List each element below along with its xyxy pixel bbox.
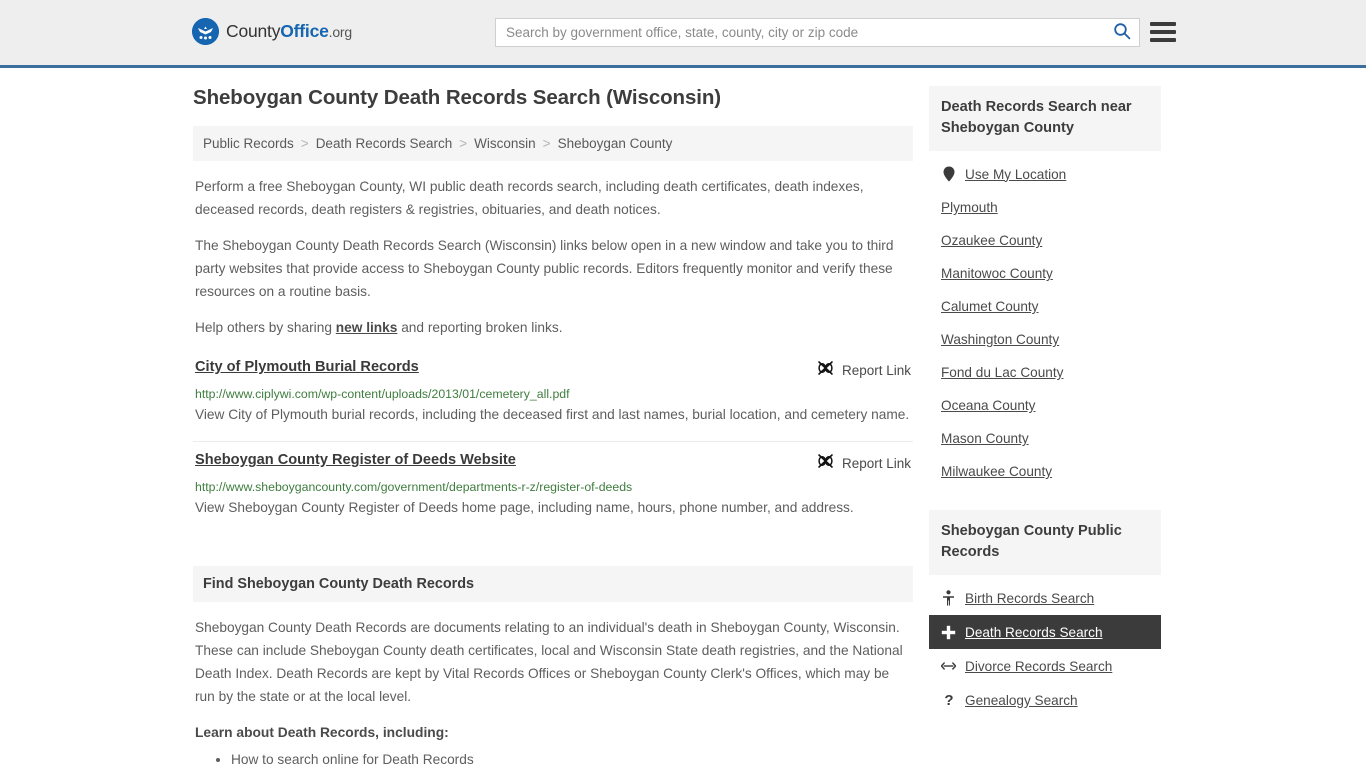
sidebar-panel-public-records: Sheboygan County Public Records Birth Re… bbox=[929, 510, 1161, 717]
split-arrows-icon bbox=[941, 658, 956, 674]
sidebar-item-manitowoc-county[interactable]: Manitowoc County bbox=[929, 257, 1161, 290]
learn-about-list: How to search online for Death Records bbox=[193, 748, 913, 768]
logo-text-org: .org bbox=[328, 24, 353, 40]
sidebar-item-label: Use My Location bbox=[965, 166, 1067, 182]
sidebar-item-label: Washington County bbox=[941, 332, 1060, 347]
sidebar-item-label: Fond du Lac County bbox=[941, 365, 1064, 380]
sidebar-item-fond-du-lac-county[interactable]: Fond du Lac County bbox=[929, 356, 1161, 389]
help-line-before: Help others by sharing bbox=[195, 320, 336, 335]
sidebar-item-use-my-location[interactable]: Use My Location bbox=[929, 157, 1161, 191]
logo-wordmark: CountyOffice.org bbox=[226, 21, 352, 42]
sidebar-heading-nearby: Death Records Search near Sheboygan Coun… bbox=[929, 86, 1161, 151]
report-link-button[interactable]: Report Link bbox=[817, 452, 911, 474]
link-list: City of Plymouth Burial Records Report L… bbox=[193, 353, 913, 534]
sidebar-item-label: Calumet County bbox=[941, 299, 1039, 314]
sidebar-heading-public-records: Sheboygan County Public Records bbox=[929, 510, 1161, 575]
search-input[interactable] bbox=[496, 19, 1105, 46]
sidebar-item-death-records-search[interactable]: Death Records Search bbox=[929, 615, 1161, 649]
link-description: View Sheboygan County Register of Deeds … bbox=[195, 500, 854, 515]
link-description: View City of Plymouth burial records, in… bbox=[195, 407, 910, 422]
broken-link-icon bbox=[817, 360, 834, 381]
sidebar-panel-nearby: Death Records Search near Sheboygan Coun… bbox=[929, 86, 1161, 488]
site-logo[interactable]: CountyOffice.org bbox=[192, 18, 352, 45]
link-entry: Sheboygan County Register of Deeds Websi… bbox=[193, 446, 913, 534]
search-icon bbox=[1113, 22, 1131, 43]
sidebar-item-label: Milwaukee County bbox=[941, 464, 1053, 479]
sidebar-item-milwaukee-county[interactable]: Milwaukee County bbox=[929, 455, 1161, 488]
breadcrumb-item-sheboygan-county[interactable]: Sheboygan County bbox=[558, 136, 673, 151]
find-records-heading: Find Sheboygan County Death Records bbox=[193, 566, 913, 602]
logo-text-county: County bbox=[226, 21, 281, 41]
map-pin-icon bbox=[941, 166, 956, 182]
hamburger-menu-icon[interactable] bbox=[1150, 20, 1176, 44]
sidebar-item-label: Genealogy Search bbox=[965, 692, 1078, 708]
page-title: Sheboygan County Death Records Search (W… bbox=[193, 86, 722, 109]
page-body: Sheboygan County Death Records Search (W… bbox=[0, 68, 1366, 768]
learn-about-lead: Learn about Death Records, including: bbox=[195, 725, 449, 740]
sidebar-item-label: Birth Records Search bbox=[965, 590, 1095, 606]
help-line: Help others by sharing new links and rep… bbox=[193, 316, 913, 339]
logo-text-office: Office bbox=[280, 21, 329, 41]
site-header: CountyOffice.org bbox=[0, 0, 1366, 68]
sidebar-item-label: Death Records Search bbox=[965, 624, 1103, 640]
help-line-after: and reporting broken links. bbox=[397, 320, 563, 335]
sidebar-item-label: Divorce Records Search bbox=[965, 658, 1113, 674]
report-link-button[interactable]: Report Link bbox=[817, 359, 911, 381]
sidebar-nearby-list: Use My Location Plymouth Ozaukee County … bbox=[929, 151, 1161, 488]
sidebar: Death Records Search near Sheboygan Coun… bbox=[929, 86, 1161, 768]
find-records-paragraph: Sheboygan County Death Records are docum… bbox=[195, 620, 903, 704]
sidebar-item-label: Mason County bbox=[941, 431, 1029, 446]
sidebar-item-washington-county[interactable]: Washington County bbox=[929, 323, 1161, 356]
link-url[interactable]: http://www.ciplywi.com/wp-content/upload… bbox=[195, 387, 911, 401]
breadcrumb: Public Records > Death Records Search > … bbox=[193, 126, 913, 161]
sidebar-item-divorce-records-search[interactable]: Divorce Records Search bbox=[929, 649, 1161, 683]
sidebar-item-label: Oceana County bbox=[941, 398, 1036, 413]
breadcrumb-item-public-records[interactable]: Public Records bbox=[203, 136, 294, 151]
breadcrumb-separator: > bbox=[459, 136, 468, 151]
breadcrumb-separator: > bbox=[300, 136, 309, 151]
broken-link-icon bbox=[817, 453, 834, 474]
eagle-seal-icon bbox=[192, 18, 219, 45]
sidebar-public-records-list: Birth Records Search Death Records Searc… bbox=[929, 575, 1161, 717]
content-row: Sheboygan County Death Records Search (W… bbox=[193, 86, 1173, 768]
link-title-city-of-plymouth-burial-records[interactable]: City of Plymouth Burial Records bbox=[195, 359, 419, 375]
search-bar bbox=[495, 18, 1140, 47]
sidebar-item-ozaukee-county[interactable]: Ozaukee County bbox=[929, 224, 1161, 257]
list-item[interactable]: How to search online for Death Records bbox=[231, 748, 913, 768]
svg-text:?: ? bbox=[944, 692, 953, 708]
link-entry-header: City of Plymouth Burial Records Report L… bbox=[195, 359, 911, 381]
sidebar-item-label: Manitowoc County bbox=[941, 266, 1053, 281]
sidebar-item-birth-records-search[interactable]: Birth Records Search bbox=[929, 581, 1161, 615]
baby-icon bbox=[941, 590, 956, 606]
sidebar-item-plymouth[interactable]: Plymouth bbox=[929, 191, 1161, 224]
link-title-sheboygan-county-register-of-deeds-website[interactable]: Sheboygan County Register of Deeds Websi… bbox=[195, 452, 516, 468]
sidebar-item-calumet-county[interactable]: Calumet County bbox=[929, 290, 1161, 323]
link-entry: City of Plymouth Burial Records Report L… bbox=[193, 353, 913, 442]
sidebar-item-oceana-county[interactable]: Oceana County bbox=[929, 389, 1161, 422]
link-url[interactable]: http://www.sheboygancounty.com/governmen… bbox=[195, 480, 911, 494]
main-column: Sheboygan County Death Records Search (W… bbox=[193, 86, 913, 768]
breadcrumb-separator: > bbox=[542, 136, 551, 151]
link-entry-header: Sheboygan County Register of Deeds Websi… bbox=[195, 452, 911, 474]
cross-icon bbox=[941, 624, 956, 640]
sidebar-item-label: Plymouth bbox=[941, 200, 998, 215]
sidebar-item-label: Ozaukee County bbox=[941, 233, 1043, 248]
breadcrumb-item-wisconsin[interactable]: Wisconsin bbox=[474, 136, 536, 151]
search-button[interactable] bbox=[1105, 19, 1139, 46]
breadcrumb-item-death-records-search[interactable]: Death Records Search bbox=[316, 136, 453, 151]
report-link-label: Report Link bbox=[841, 363, 911, 378]
sidebar-item-mason-county[interactable]: Mason County bbox=[929, 422, 1161, 455]
new-links-link[interactable]: new links bbox=[336, 320, 398, 335]
sidebar-item-genealogy-search[interactable]: ? Genealogy Search bbox=[929, 683, 1161, 717]
question-mark-icon: ? bbox=[941, 692, 956, 708]
intro-paragraph-1: Perform a free Sheboygan County, WI publ… bbox=[195, 179, 864, 217]
report-link-label: Report Link bbox=[841, 456, 911, 471]
intro-paragraph-2: The Sheboygan County Death Records Searc… bbox=[195, 238, 894, 299]
